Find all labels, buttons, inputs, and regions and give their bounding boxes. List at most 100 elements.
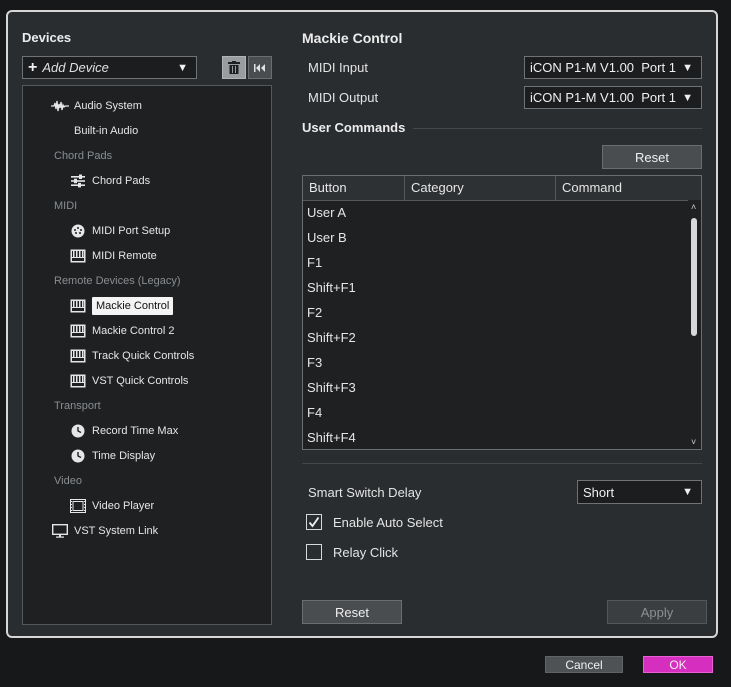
midi-input-dropdown[interactable]: iCON P1-M V1.00 Port 1 ▼ [524,56,702,79]
tree-item-audio-system[interactable]: Audio System [51,95,142,117]
relay-click-checkbox[interactable] [306,544,322,560]
tree-category-midi: MIDI [54,195,77,217]
tree-item-label: Transport [54,400,101,412]
add-device-dropdown[interactable]: + Add Device ▼ [22,56,197,79]
midi-input-value: iCON P1-M V1.00 Port 1 [530,60,676,75]
chevron-down-icon: ▼ [682,486,693,498]
column-header-button[interactable]: Button [303,176,405,200]
apply-button[interactable]: Apply [607,600,707,624]
tree-category-video: Video [54,470,82,492]
tree-item-record-time-max[interactable]: Record Time Max [69,420,178,442]
keyboard-icon [69,348,87,364]
tree-item-track-quick-controls[interactable]: Track Quick Controls [69,345,194,367]
table-row[interactable]: Shift+F2 [303,325,689,350]
tree-item-mackie-control[interactable]: Mackie Control [69,295,174,317]
tree-category-chord-pads: Chord Pads [54,145,112,167]
table-row[interactable]: F3 [303,350,689,375]
button-cell: Shift+F3 [307,380,356,395]
scroll-thumb[interactable] [691,218,697,336]
tree-item-label: Video Player [92,500,155,512]
tree-item-label: Chord Pads [92,175,151,187]
keyboard-icon [69,373,87,389]
button-cell: Shift+F4 [307,430,356,445]
reset-commands-button[interactable]: Reset [602,145,702,169]
smart-switch-delay-dropdown[interactable]: Short ▼ [577,480,702,504]
midi-output-dropdown[interactable]: iCON P1-M V1.00 Port 1 ▼ [524,86,702,109]
tree-item-label: VST Quick Controls [92,375,189,387]
button-cell: Shift+F1 [307,280,356,295]
midi-input-label: MIDI Input [308,60,368,75]
ok-button[interactable]: OK [643,656,713,673]
reset-button[interactable]: Reset [302,600,402,624]
rewind-icon [254,63,265,72]
tree-item-built-in-audio[interactable]: Built-in Audio [74,120,138,142]
enable-auto-select-row[interactable]: Enable Auto Select [306,514,443,530]
device-tree: Audio System Built-in Audio Chord Pads Chor… [22,85,272,625]
trash-icon [228,61,240,74]
cancel-button[interactable]: Cancel [545,656,623,673]
table-row[interactable]: F4 [303,400,689,425]
tree-item-label: Record Time Max [92,425,179,437]
button-cell: F2 [307,305,323,320]
table-scrollbar[interactable]: ˄ ˅ [688,200,701,449]
tree-item-label: Chord Pads [54,150,113,162]
table-header: Button Category Command [303,176,701,201]
user-commands-title: User Commands [302,120,406,135]
audio-waveform-icon [51,98,69,114]
tree-item-label: MIDI [54,200,78,212]
scroll-down-icon[interactable]: ˅ [691,437,696,447]
keyboard-icon [69,298,87,314]
tree-item-vst-system-link[interactable]: VST System Link [51,520,158,542]
tree-category-transport: Transport [54,395,101,417]
checkmark-icon [308,516,320,528]
button-cell: User B [307,230,347,245]
table-row[interactable]: User B [303,225,689,250]
midi-port-icon [69,223,87,239]
tree-item-label: Audio System [74,100,142,112]
tree-item-label: Video [54,475,82,487]
smart-switch-delay-value: Short [583,484,615,500]
midi-output-label: MIDI Output [308,90,379,105]
clock-icon [69,448,87,464]
relay-click-label: Relay Click [333,544,399,560]
plus-icon: + [28,58,38,76]
table-row[interactable]: Shift+F3 [303,375,689,400]
button-cell: User A [307,205,347,220]
panel-title: Mackie Control [302,30,403,46]
table-row[interactable]: Shift+F4 [303,425,689,450]
delete-device-button[interactable] [222,56,246,79]
tree-item-label: MIDI Port Setup [92,225,171,237]
enable-auto-select-checkbox[interactable] [306,514,322,530]
add-device-label: Add Device [42,60,109,75]
tree-item-midi-port-setup[interactable]: MIDI Port Setup [69,220,170,242]
section-divider [413,128,702,129]
tree-item-video-player[interactable]: Video Player [69,495,154,517]
tree-item-label: Time Display [92,450,156,462]
relay-click-row[interactable]: Relay Click [306,544,398,560]
button-cell: F1 [307,255,323,270]
reset-device-button[interactable] [248,56,272,79]
table-row[interactable]: User A [303,200,689,225]
tree-item-label: Mackie Control [92,297,174,315]
column-header-command[interactable]: Command [556,176,701,200]
midi-output-value: iCON P1-M V1.00 Port 1 [530,90,676,105]
table-row[interactable]: F1 [303,250,689,275]
chevron-down-icon: ▼ [177,61,188,74]
button-cell: Shift+F2 [307,330,356,345]
enable-auto-select-label: Enable Auto Select [333,514,443,530]
tree-item-midi-remote[interactable]: MIDI Remote [69,245,157,267]
keyboard-icon [69,323,87,339]
tree-item-mackie-control-2[interactable]: Mackie Control 2 [69,320,175,342]
tree-item-time-display[interactable]: Time Display [69,445,155,467]
smart-switch-delay-label: Smart Switch Delay [308,485,422,500]
column-header-category[interactable]: Category [405,176,556,200]
tree-item-chord-pads[interactable]: Chord Pads [69,170,150,192]
table-row[interactable]: Shift+F1 [303,275,689,300]
tree-item-vst-quick-controls[interactable]: VST Quick Controls [69,370,188,392]
scroll-up-icon[interactable]: ˄ [691,202,696,212]
tree-item-label: Mackie Control 2 [92,325,175,337]
table-row[interactable]: F2 [303,300,689,325]
tree-item-label: Remote Devices (Legacy) [54,275,181,287]
user-commands-table: Button Category Command User A User B F1 Sh… [302,175,702,450]
sliders-icon [69,173,87,189]
